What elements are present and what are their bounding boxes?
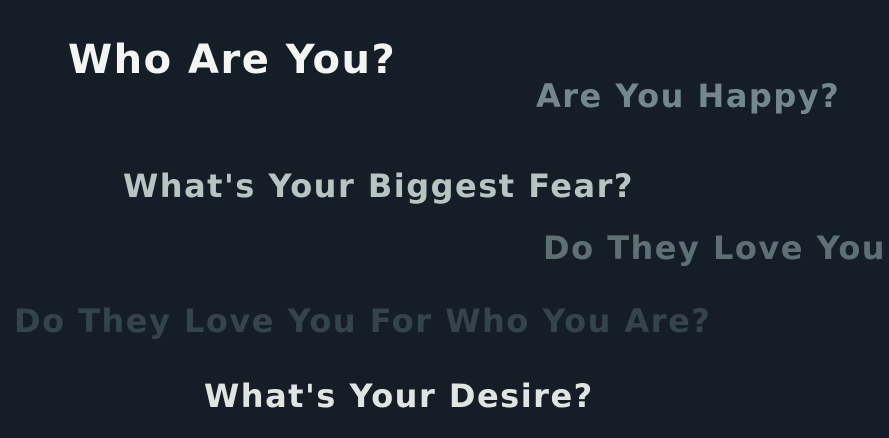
question-love-you-for-who-you-are: Do They Love You For Who You Are? [14,302,712,340]
question-biggest-fear: What's Your Biggest Fear? [123,167,634,205]
question-your-desire: What's Your Desire? [204,377,594,415]
question-are-you-happy: Are You Happy? [536,77,841,115]
question-do-they-love-you: Do They Love You [543,229,887,267]
question-who-are-you: Who Are You? [68,37,397,83]
game-scene: Who Are You? Are You Happy? What's Your … [0,0,889,438]
